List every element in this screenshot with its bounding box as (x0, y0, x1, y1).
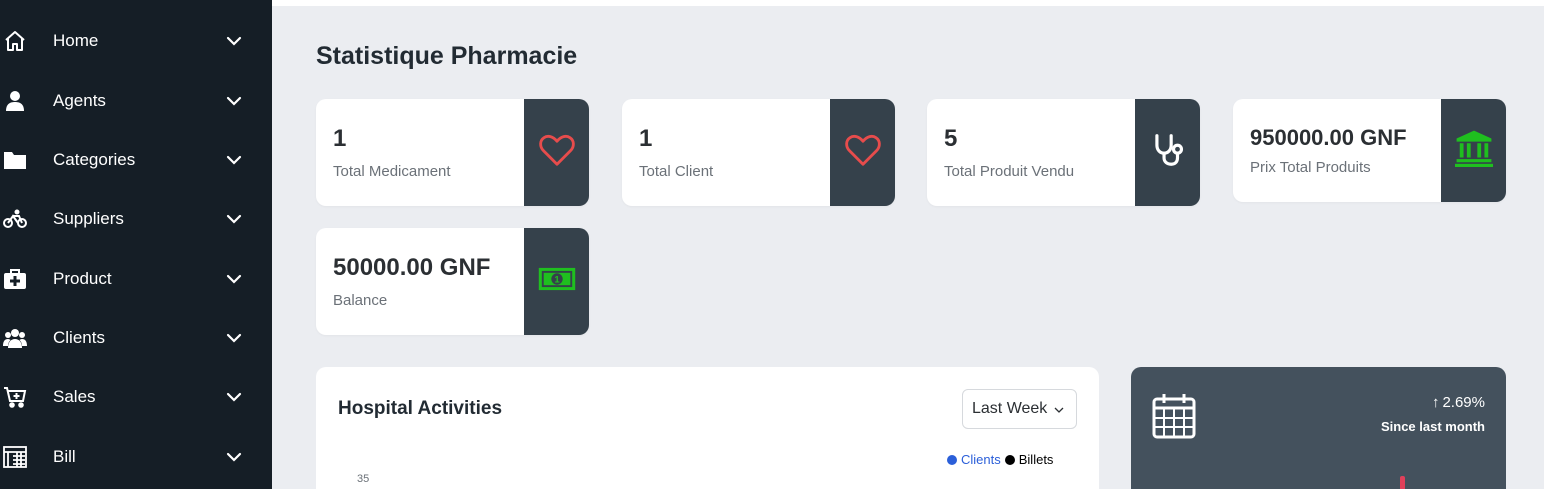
y-axis-tick-label: 35 (357, 473, 370, 485)
user-icon (2, 88, 28, 114)
sidebar-item-label: Agents (53, 91, 106, 110)
page-title: Statistique Pharmacie (316, 42, 578, 70)
sidebar-item-clients[interactable]: Clients (0, 318, 272, 358)
stat-card-total-produit-vendu[interactable]: 5 Total Produit Vendu (927, 99, 1200, 206)
chevron-down-icon[interactable] (224, 91, 244, 111)
stat-card-label: Balance (333, 292, 388, 309)
legend-label: Billets (1018, 452, 1054, 467)
sidebar-item-home[interactable]: Home (0, 21, 272, 61)
stat-card-label: Prix Total Produits (1250, 159, 1371, 176)
stat-card-value: 1 (333, 125, 347, 152)
sidebar-item-bill[interactable]: Bill (0, 437, 272, 477)
sidebar: Home Agents Categories Suppliers Product (0, 0, 272, 489)
change-percent-value: 2.69% (1442, 394, 1485, 411)
stat-card-value: 950000.00 GNF (1250, 125, 1407, 150)
top-bar (272, 0, 1544, 6)
legend-marker (1004, 454, 1015, 465)
change-percent: ↑ 2.69% (1432, 394, 1485, 411)
svg-text:1: 1 (554, 275, 560, 286)
stat-card-total-client[interactable]: 1 Total Client (622, 99, 895, 206)
stat-card-label: Total Medicament (333, 163, 451, 180)
stat-card-total-medicament[interactable]: 1 Total Medicament (316, 99, 589, 206)
stat-card-value: 5 (944, 125, 958, 152)
sidebar-item-sales[interactable]: Sales (0, 377, 272, 417)
hospital-activities-panel: Hospital Activities Last Week Clients Bi… (316, 367, 1099, 489)
since-label: Since last month (1380, 419, 1485, 434)
chevron-down-icon (1052, 403, 1066, 417)
chevron-down-icon[interactable] (224, 150, 244, 170)
sidebar-item-label: Sales (53, 387, 96, 406)
chevron-down-icon[interactable] (224, 269, 244, 289)
activity-title: Hospital Activities (338, 398, 503, 419)
stat-card-label: Total Client (639, 163, 714, 180)
stethoscope-icon (1149, 131, 1187, 174)
stat-card-icon-panel (524, 99, 589, 206)
stat-card-icon-panel: 1 (524, 228, 589, 335)
cart-plus-icon (2, 384, 28, 410)
folder-icon (2, 147, 28, 173)
calculator-icon (2, 444, 28, 470)
chevron-down-icon[interactable] (224, 31, 244, 51)
home-icon (2, 28, 28, 54)
period-select-value: Last Week (972, 400, 1048, 417)
stat-card-label: Total Produit Vendu (944, 163, 1075, 180)
stat-card-value: 50000.00 GNF (333, 254, 491, 281)
chevron-down-icon[interactable] (224, 209, 244, 229)
legend-item-clients[interactable]: Clients (947, 452, 1001, 467)
monthly-stat-panel: ↑ 2.69% Since last month (1131, 367, 1506, 489)
chart-legend: Clients Billets (947, 452, 1057, 467)
chevron-down-icon[interactable] (224, 447, 244, 467)
arrow-up-icon: ↑ (1431, 394, 1440, 411)
chevron-down-icon[interactable] (224, 387, 244, 407)
heart-icon (844, 131, 882, 174)
period-select[interactable]: Last Week (962, 389, 1077, 429)
stat-card-icon-panel (1441, 99, 1506, 202)
users-icon (2, 325, 28, 351)
stat-card-value: 1 (639, 125, 653, 152)
stat-card-icon-panel (1135, 99, 1200, 206)
sidebar-item-label: Suppliers (53, 209, 124, 228)
stat-card-prix-total-produits[interactable]: 950000.00 GNF Prix Total Produits (1233, 99, 1506, 202)
sidebar-item-label: Product (53, 269, 112, 288)
legend-label: Clients (961, 452, 1001, 467)
sidebar-item-categories[interactable]: Categories (0, 140, 272, 180)
sidebar-item-suppliers[interactable]: Suppliers (0, 199, 272, 239)
sidebar-item-label: Categories (53, 150, 136, 169)
stat-card-icon-panel (830, 99, 895, 206)
sidebar-item-label: Clients (53, 328, 105, 347)
chevron-down-icon[interactable] (224, 328, 244, 348)
sidebar-item-label: Home (53, 31, 99, 50)
calendar-icon (1152, 393, 1196, 439)
sidebar-item-label: Bill (53, 447, 76, 466)
medical-kit-icon (2, 266, 28, 292)
chart-bar (1400, 476, 1405, 489)
sidebar-item-product[interactable]: Product (0, 259, 272, 299)
money-bill-icon: 1 (538, 260, 576, 303)
stat-card-balance[interactable]: 50000.00 GNF Balance 1 (316, 228, 589, 335)
legend-item-billets[interactable]: Billets (1004, 452, 1054, 467)
sidebar-item-agents[interactable]: Agents (0, 81, 272, 121)
bicycle-icon (2, 206, 28, 232)
heart-icon (538, 131, 576, 174)
legend-marker (947, 454, 957, 465)
bank-icon (1454, 129, 1493, 172)
